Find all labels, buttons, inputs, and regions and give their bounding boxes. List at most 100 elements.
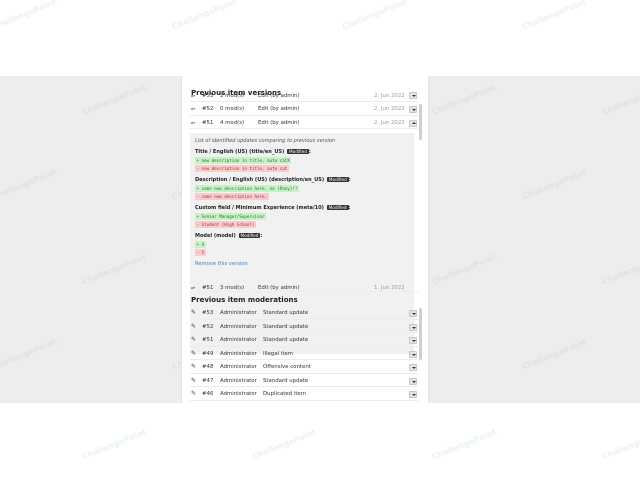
modified-badge: Modified	[238, 233, 261, 238]
version-mods: 0 mod(s)	[220, 106, 245, 112]
version-date: 2. Jun 2022	[374, 119, 405, 126]
change-block: Title / English (US) (title/en_US) Modif…	[195, 149, 311, 172]
edit-icon: ✎	[191, 363, 197, 370]
moderation-row[interactable]: ✎ #47 Administrator Standard update	[190, 374, 418, 387]
version-id: #52	[202, 106, 214, 112]
change-field: Description / English (US) (description/…	[195, 177, 325, 183]
change-block: Custom field / Minimum Experience (meta/…	[195, 205, 351, 228]
moderation-user: Administrator	[220, 350, 257, 357]
change-field: Title / English (US) (title/en_US)	[195, 149, 285, 155]
modified-badge: Modified	[326, 205, 349, 210]
added-value: + some new description here, no (Pazy)!!	[195, 184, 299, 192]
expand-toggle-button[interactable]	[409, 106, 417, 113]
moderation-row[interactable]: ✎ #49 Administrator Illegal item	[190, 347, 418, 360]
version-id: #51	[202, 285, 214, 291]
watermark-text: ChallengePoint	[340, 0, 408, 32]
version-row-expanded[interactable]: ⥵ #51 4 mod(s) Edit (by admin) 2. Jun 20…	[190, 116, 418, 129]
moderation-user: Administrator	[220, 323, 257, 330]
branch-icon: ⥵	[191, 93, 196, 99]
moderation-reason: Standard update	[263, 377, 309, 384]
branch-icon: ⥵	[191, 119, 196, 126]
moderation-row[interactable]: ✎ #52 Administrator Standard update	[190, 320, 418, 333]
edit-icon: ✎	[191, 309, 197, 316]
moderation-row[interactable]: ✎ #46 Administrator Duplicated item	[190, 387, 418, 401]
version-date: 2. Jun 2022	[374, 93, 405, 99]
version-mods: 2 mod(s)	[220, 93, 245, 99]
version-row[interactable]: ⥵ #51 3 mod(s) Edit (by admin) 1. Jun 20…	[190, 282, 418, 292]
moderation-user: Administrator	[220, 377, 257, 384]
watermark-text: ChallengePoint	[170, 0, 238, 32]
watermark-text: ChallengePoint	[80, 427, 148, 462]
modified-badge: Modified	[287, 149, 309, 154]
expand-toggle-button[interactable]	[409, 310, 417, 317]
moderation-id: #46	[202, 391, 214, 397]
moderation-reason: Standard update	[263, 337, 309, 343]
version-mods: 4 mod(s)	[220, 119, 245, 126]
version-row[interactable]: ⥵ #52 0 mod(s) Edit (by admin) 2. Jun 20…	[190, 102, 418, 116]
versions-list-continued: ⥵ #51 3 mod(s) Edit (by admin) 1. Jun 20…	[190, 282, 418, 292]
branch-icon: ⥵	[191, 285, 196, 291]
versions-scrollbar[interactable]	[419, 104, 422, 140]
moderations-list: ✎ #53 Administrator Standard update ✎ #5…	[190, 306, 418, 403]
moderation-reason: Illegal item	[263, 350, 294, 357]
moderation-id: #53	[202, 310, 214, 316]
moderation-id: #49	[202, 350, 214, 357]
removed-value: - some new description here.	[195, 193, 269, 200]
watermark-text: ChallengePoint	[520, 0, 588, 32]
expand-toggle-button[interactable]	[409, 350, 417, 358]
modified-badge: Modified	[326, 177, 349, 182]
watermark-text: ChallengePoint	[250, 427, 318, 462]
version-date: 1. Jun 2022	[374, 285, 405, 291]
moderation-reason: Offensive content	[263, 364, 311, 370]
moderation-id: #52	[202, 323, 214, 330]
expand-toggle-button[interactable]	[409, 337, 417, 344]
version-action: Edit (by admin)	[258, 285, 300, 291]
watermark-text: ChallengePoint	[0, 0, 58, 32]
moderation-row[interactable]: ✎ #48 Administrator Offensive content	[190, 360, 418, 374]
moderation-reason: Standard update	[263, 310, 309, 316]
edit-icon: ✎	[191, 322, 197, 330]
remove-version-link[interactable]: Remove this version	[195, 261, 409, 267]
change-field: Custom field / Minimum Experience (meta/…	[195, 205, 324, 211]
details-intro: List of identified updates comparing to …	[195, 138, 336, 144]
moderation-id: #47	[202, 377, 214, 384]
moderation-reason: Standard update	[263, 323, 309, 330]
change-block: Description / English (US) (description/…	[195, 177, 351, 200]
moderation-user: Administrator	[220, 337, 257, 343]
edit-icon: ✎	[191, 349, 197, 357]
version-action: Edit (by admin)	[258, 106, 300, 112]
removed-value: - 5	[195, 249, 206, 256]
expand-toggle-button[interactable]	[409, 391, 417, 398]
added-value: + new description in title, auto catX	[195, 156, 292, 164]
version-row[interactable]: ⥵ #53 2 mod(s) Edit (by admin) 2. Jun 20…	[190, 92, 418, 102]
version-id: #51	[202, 119, 214, 126]
change-field: Model (model)	[195, 233, 236, 239]
watermark-text: ChallengePoint	[600, 427, 640, 462]
moderation-id: #51	[202, 337, 214, 343]
moderations-title: Previous item moderations	[191, 296, 298, 304]
removed-value: - Student (High School)	[195, 221, 256, 228]
moderation-user: Administrator	[220, 391, 257, 397]
expand-toggle-button[interactable]	[409, 364, 417, 371]
change-block: Model (model) Modified: + 4 - 5	[195, 233, 263, 256]
moderation-id: #48	[202, 364, 214, 370]
moderation-row[interactable]: ✎ #53 Administrator Standard update	[190, 306, 418, 320]
edit-icon: ✎	[191, 390, 197, 397]
removed-value: - new description in title, auto cat	[195, 165, 289, 172]
collapse-toggle-button[interactable]	[409, 119, 417, 127]
edit-icon: ✎	[191, 336, 197, 343]
expand-toggle-button[interactable]	[409, 92, 417, 99]
added-value: + Senior Manager/Supervisor	[195, 212, 267, 220]
version-date: 2. Jun 2022	[374, 106, 405, 112]
moderation-user: Administrator	[220, 364, 257, 370]
added-value: + 4	[195, 240, 206, 248]
moderations-scrollbar[interactable]	[419, 308, 422, 360]
expand-toggle-button[interactable]	[409, 377, 417, 385]
expand-toggle-button[interactable]	[409, 323, 417, 331]
version-action: Edit (by admin)	[258, 93, 300, 99]
moderation-reason: Duplicated item	[263, 391, 306, 397]
watermark-text: ChallengePoint	[430, 427, 498, 462]
moderation-row[interactable]: ✎ #51 Administrator Standard update	[190, 333, 418, 347]
branch-icon: ⥵	[191, 106, 196, 112]
version-action: Edit (by admin)	[258, 119, 300, 126]
